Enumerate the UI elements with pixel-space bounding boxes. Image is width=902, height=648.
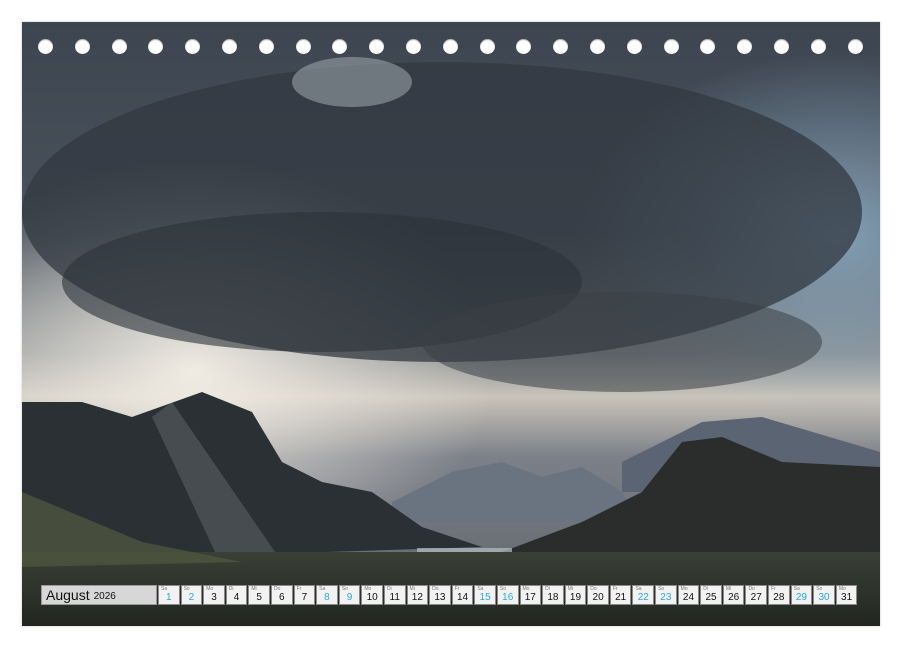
day-cell: Mo 10	[361, 585, 383, 605]
day-cell: Di 11	[383, 585, 406, 605]
binding-hole	[406, 39, 421, 54]
year-label: 2026	[93, 590, 116, 602]
day-number: 30	[818, 592, 830, 603]
day-number: 7	[301, 592, 308, 603]
day-cell: Do 6	[270, 585, 293, 605]
day-number: 17	[524, 592, 536, 603]
day-number: 11	[389, 592, 400, 603]
calendar-strip: August 2026 Sa 1 So 2 Mo 3 Di 4 Mi 5 Do 6 Fr 7 Sa 8 So 9 M…	[41, 585, 858, 607]
calendar-page: August 2026 Sa 1 So 2 Mo 3 Di 4 Mi 5 Do 6 Fr 7 Sa 8 So 9 M…	[22, 22, 880, 626]
binding-hole	[258, 39, 274, 54]
day-cell: Mi 26	[722, 585, 745, 605]
binding-hole	[74, 39, 90, 54]
day-cell: So 9	[338, 585, 361, 605]
day-number: 16	[502, 592, 514, 603]
day-number: 18	[547, 592, 559, 603]
binding-hole	[847, 39, 863, 54]
binding-hole	[111, 39, 127, 54]
binding-hole	[516, 39, 532, 54]
day-cell: So 23	[655, 585, 677, 605]
day-number: 10	[366, 592, 378, 603]
binding-holes	[22, 39, 880, 57]
day-cell: So 30	[813, 585, 835, 605]
days-row: Sa 1 So 2 Mo 3 Di 4 Mi 5 Do 6 Fr 7 Sa 8 So 9 Mo 10 Di 11 Mi 12 D…	[158, 585, 858, 607]
day-cell: Do 20	[587, 585, 609, 605]
day-number: 29	[795, 592, 807, 603]
month-name: August	[46, 587, 90, 603]
day-cell: Fr 7	[293, 585, 316, 605]
day-number: 14	[456, 592, 469, 603]
day-cell: Mo 3	[203, 585, 225, 605]
day-cell: Mi 19	[564, 585, 587, 605]
day-cell: So 16	[496, 585, 519, 605]
day-number: 12	[411, 592, 423, 603]
day-cell: Sa 29	[790, 585, 813, 605]
day-number: 21	[615, 592, 627, 603]
binding-hole	[810, 39, 826, 54]
day-cell: Sa 22	[632, 585, 655, 605]
binding-hole	[590, 39, 605, 54]
binding-hole	[185, 39, 201, 54]
binding-hole	[38, 39, 53, 54]
day-number: 28	[773, 592, 785, 603]
binding-hole	[700, 39, 716, 54]
day-number: 3	[211, 592, 217, 603]
day-cell: Mi 5	[248, 585, 270, 605]
binding-hole	[442, 39, 458, 54]
binding-hole	[295, 39, 311, 54]
day-cell: Mo 24	[677, 585, 700, 605]
day-cell: Do 27	[745, 585, 768, 605]
landscape-photo	[22, 22, 880, 626]
binding-hole	[148, 39, 164, 54]
day-number: 22	[637, 592, 649, 603]
day-number: 26	[728, 592, 740, 603]
day-number: 2	[188, 592, 195, 603]
day-cell: Mo 31	[835, 585, 858, 605]
day-cell: Sa 1	[158, 585, 180, 605]
day-cell: Mi 12	[406, 585, 429, 605]
day-cell: Sa 15	[474, 585, 496, 605]
day-number: 19	[569, 592, 582, 603]
day-cell: Di 18	[542, 585, 564, 605]
day-number: 8	[324, 592, 330, 603]
day-cell: Mo 17	[519, 585, 542, 605]
binding-hole	[737, 39, 753, 54]
day-number: 5	[256, 592, 262, 603]
day-number: 20	[592, 592, 604, 603]
day-number: 25	[705, 592, 717, 603]
binding-hole	[479, 39, 495, 54]
day-number: 27	[750, 592, 762, 603]
day-cell: Di 25	[700, 585, 722, 605]
binding-hole	[332, 39, 348, 54]
day-cell: Sa 8	[316, 585, 338, 605]
day-cell: Do 13	[429, 585, 451, 605]
binding-hole	[774, 39, 789, 54]
day-cell: Fr 14	[451, 585, 474, 605]
day-cell: So 2	[180, 585, 203, 605]
day-cell: Fr 28	[768, 585, 790, 605]
month-label-box: August 2026	[41, 585, 157, 605]
binding-hole	[369, 39, 385, 54]
day-number: 15	[479, 592, 491, 603]
day-number: 23	[660, 592, 672, 603]
binding-hole	[663, 39, 679, 54]
day-cell: Di 4	[225, 585, 248, 605]
binding-hole	[222, 39, 237, 54]
binding-hole	[553, 39, 569, 54]
day-number: 4	[233, 592, 240, 603]
day-number: 13	[434, 592, 446, 603]
day-number: 24	[682, 592, 695, 603]
day-number: 9	[346, 592, 353, 603]
day-cell: Fr 21	[609, 585, 632, 605]
day-number: 6	[278, 592, 285, 603]
binding-hole	[626, 39, 642, 54]
day-number: 1	[166, 592, 172, 603]
day-number: 31	[841, 592, 853, 603]
